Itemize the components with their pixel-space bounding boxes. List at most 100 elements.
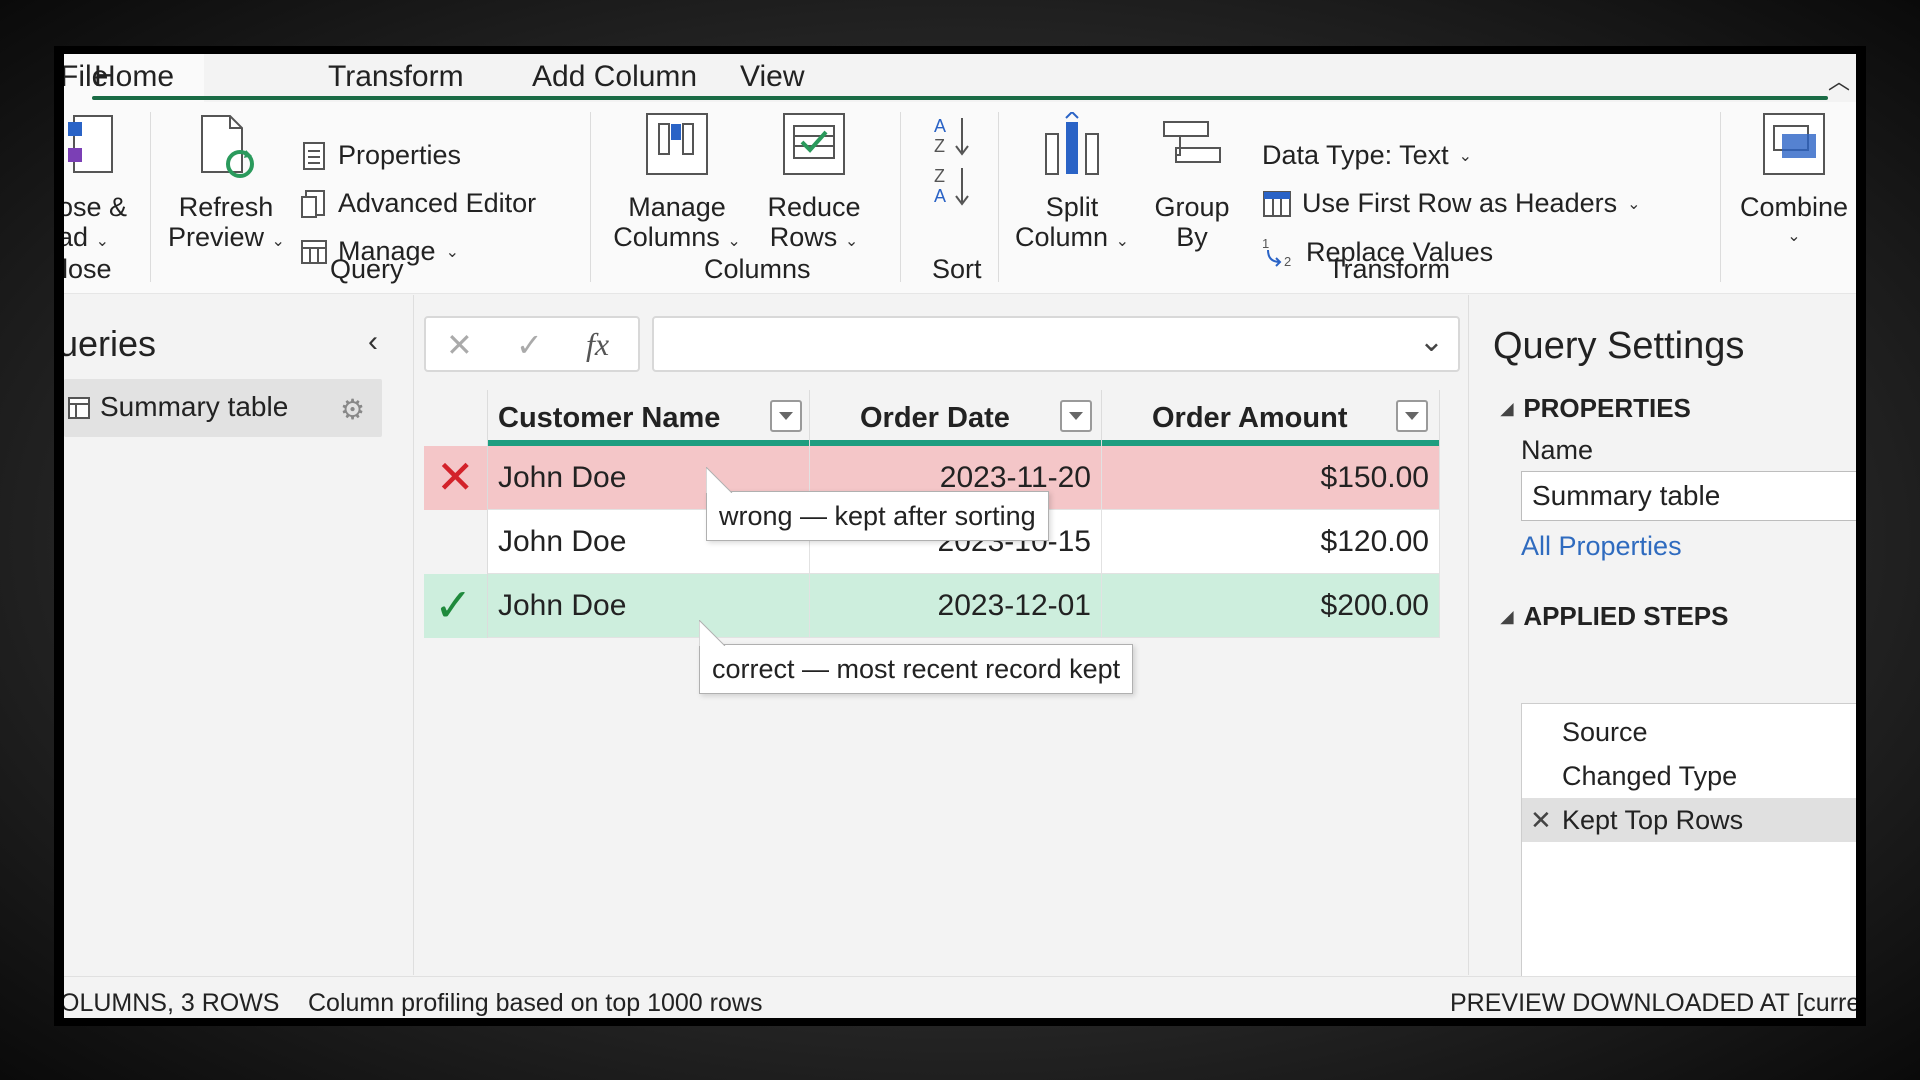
svg-text:A: A (934, 116, 946, 136)
sort-descending-button[interactable]: ZA (932, 164, 972, 208)
collapse-left-icon[interactable]: ‹ (368, 325, 378, 359)
gear-icon[interactable]: ⚙ (340, 393, 365, 426)
advanced-editor-label: Advanced Editor (338, 188, 537, 218)
sort-ascending-icon: AZ (934, 116, 969, 156)
delete-step-icon[interactable]: ✕ (1530, 798, 1552, 842)
sort-ascending-button[interactable]: AZ (932, 114, 972, 158)
close-load-button[interactable]: ose & ad ⌄ (64, 112, 138, 262)
ribbon-divider (1720, 112, 1721, 282)
wrong-mark-icon: ✕ (436, 451, 475, 503)
chevron-down-icon: ⌄ (271, 233, 285, 250)
cell-order-amount[interactable]: $120.00 (1102, 510, 1440, 574)
all-properties-link[interactable]: All Properties (1521, 531, 1682, 562)
name-label: Name (1521, 435, 1594, 465)
applied-steps-section-header[interactable]: ◢ APPLIED STEPS (1501, 601, 1728, 632)
formula-input[interactable]: ⌄ (652, 316, 1460, 372)
formula-buttons: ✕ ✓ fx (424, 316, 640, 372)
advanced-editor-button[interactable]: Advanced Editor (300, 188, 536, 219)
chevron-down-icon: ⌄ (1115, 233, 1129, 250)
commit-icon[interactable]: ✓ (516, 326, 543, 364)
column-header-label: Order Amount (1152, 402, 1348, 434)
group-by-icon (1163, 121, 1221, 163)
properties-button[interactable]: Properties (300, 140, 461, 171)
tab-view[interactable]: View (740, 60, 804, 94)
cell-order-amount[interactable]: $200.00 (1102, 574, 1440, 638)
fx-icon[interactable]: fx (586, 326, 609, 363)
reduce-rows-icon (783, 113, 845, 175)
cell-order-date[interactable]: 2023-12-01 (810, 574, 1102, 638)
properties-label: Properties (338, 140, 462, 170)
reduce-rows-button[interactable]: Reduce Rows ⌄ (758, 112, 870, 262)
callout-wrong: wrong — kept after sorting (706, 467, 1049, 541)
expand-formula-icon[interactable]: ⌄ (1419, 324, 1444, 359)
svg-text:Z: Z (934, 136, 945, 156)
callout-correct-text: correct — most recent record kept (712, 654, 1121, 684)
group-label-columns: Columns (704, 254, 811, 284)
table-icon (301, 239, 327, 264)
step-label: Kept Top Rows (1562, 805, 1744, 835)
tab-file[interactable]: File (64, 60, 108, 94)
applied-steps-heading: APPLIED STEPS (1523, 601, 1729, 631)
combine-icon (1763, 113, 1825, 175)
correct-mark-icon: ✓ (434, 579, 473, 631)
step-source[interactable]: Source (1522, 710, 1856, 754)
column-header-order-amount[interactable]: Order Amount (1102, 390, 1440, 446)
column-header-customer-name[interactable]: Customer Name (488, 390, 810, 446)
group-label-close: lose (64, 254, 112, 284)
svg-text:2: 2 (1284, 254, 1291, 268)
data-type-dropdown[interactable]: Data Type: Text ⌄ (1262, 140, 1472, 171)
close-load-label-2: ad (64, 222, 89, 252)
group-by-label-1: Group (1154, 192, 1230, 222)
group-by-label-2: By (1176, 222, 1208, 252)
chevron-down-icon: ⌄ (727, 233, 741, 250)
table-icon (68, 397, 90, 419)
query-item-label: Summary table (100, 391, 289, 422)
row-number[interactable]: ✓ (424, 574, 488, 638)
status-profiling[interactable]: Column profiling based on top 1000 rows (308, 989, 762, 1018)
chevron-down-icon: ⌄ (1627, 195, 1641, 213)
step-changed-type[interactable]: Changed Type (1522, 754, 1856, 798)
cancel-icon[interactable]: ✕ (446, 326, 473, 364)
refresh-label-1: Refresh (178, 192, 274, 222)
grid-corner[interactable] (424, 390, 488, 446)
use-first-row-headers-button[interactable]: Use First Row as Headers ⌄ (1262, 188, 1641, 219)
tab-add-column[interactable]: Add Column (532, 60, 697, 94)
manage-columns-button[interactable]: Manage Columns ⌄ (612, 112, 742, 262)
close-load-label-1: ose & (64, 192, 128, 222)
column-header-order-date[interactable]: Order Date (810, 390, 1102, 446)
tab-home-underline (92, 96, 1828, 100)
query-name-input[interactable]: Summary table (1521, 471, 1856, 521)
ribbon-divider (998, 112, 999, 282)
combine-button[interactable]: Combine ⌄ (1736, 112, 1852, 262)
group-by-button[interactable]: Group By (1144, 112, 1240, 262)
table-row[interactable]: ✓ John Doe 2023-12-01 $200.00 (424, 574, 1440, 638)
cell-customer-name[interactable]: John Doe (488, 574, 810, 638)
app-window: File Home Transform Add Column View ︿ os… (54, 46, 1866, 1026)
row-number[interactable] (424, 510, 488, 574)
refresh-label-2: Preview (168, 222, 265, 252)
filter-dropdown-icon[interactable] (770, 400, 802, 432)
tab-transform[interactable]: Transform (328, 60, 464, 94)
filter-dropdown-icon[interactable] (1060, 400, 1092, 432)
collapse-ribbon-icon[interactable]: ︿ (1828, 64, 1850, 96)
ribbon: ose & ad ⌄ lose Refresh Preview ⌄ Proper… (64, 102, 1856, 294)
sort-descending-icon: ZA (934, 166, 969, 206)
filter-dropdown-icon[interactable] (1396, 400, 1428, 432)
callout-pointer (699, 620, 726, 646)
chevron-down-icon: ⌄ (1787, 228, 1801, 245)
cell-order-amount[interactable]: $150.00 (1102, 446, 1440, 510)
ribbon-divider (150, 112, 151, 282)
refresh-preview-button[interactable]: Refresh Preview ⌄ (168, 112, 285, 262)
query-item-summary-table[interactable]: Summary table ⚙ (64, 379, 382, 437)
step-kept-top-rows[interactable]: ✕ Kept Top Rows (1522, 798, 1856, 842)
manage-columns-label-2: Columns (613, 222, 720, 252)
group-label-query: Query (330, 254, 404, 284)
svg-text:1: 1 (1262, 236, 1269, 251)
close-load-icon (68, 115, 113, 173)
reduce-rows-label-2: Rows (769, 222, 838, 252)
replace-values-icon: 12 (1262, 236, 1291, 268)
row-number[interactable]: ✕ (424, 446, 488, 510)
query-settings-pane: Query Settings ◢ PROPERTIES Name Summary… (1468, 295, 1856, 999)
split-column-button[interactable]: Split Column ⌄ (1014, 112, 1130, 262)
properties-section-header[interactable]: ◢ PROPERTIES (1501, 393, 1691, 424)
